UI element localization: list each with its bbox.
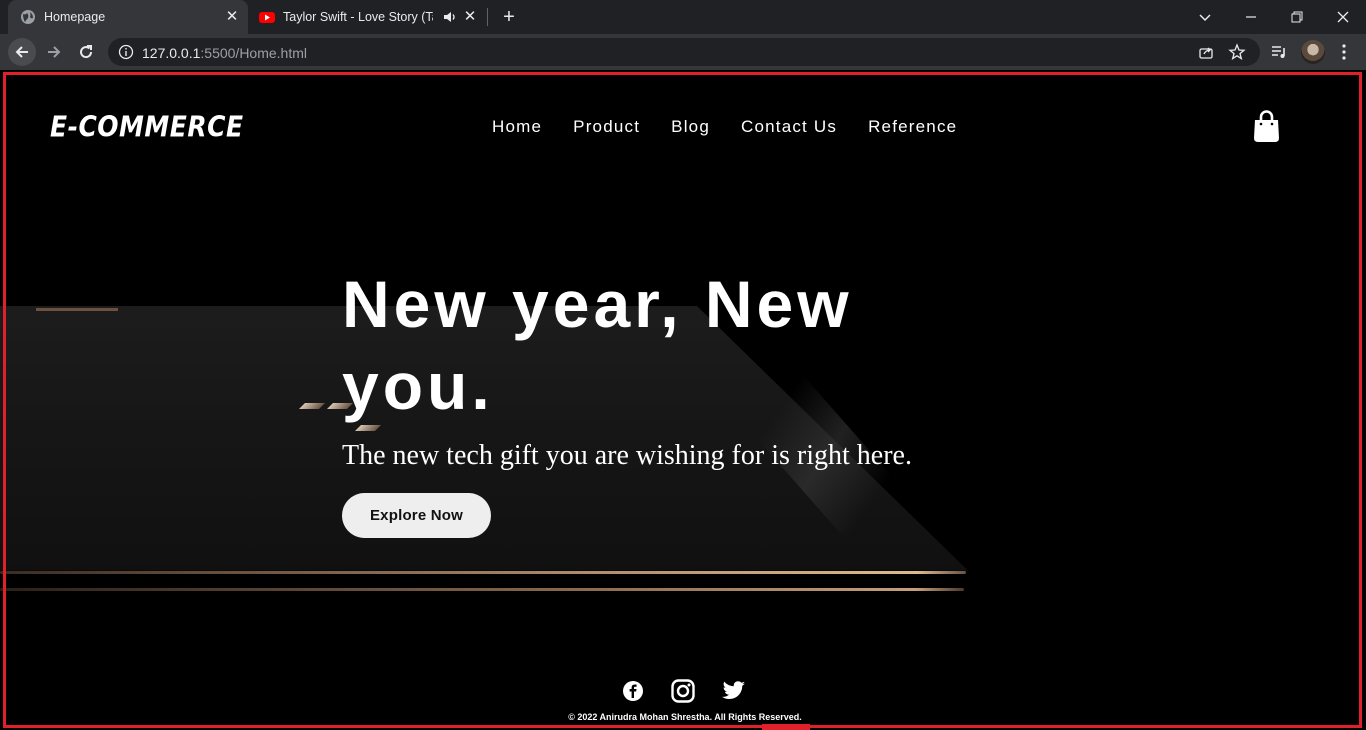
tab-search-button[interactable] [1182,0,1228,34]
arrow-right-icon [48,46,61,58]
audio-playing-icon[interactable] [442,9,458,25]
browser-menu-button[interactable] [1334,42,1354,62]
reload-icon [80,45,93,59]
minimize-button[interactable] [1228,0,1274,34]
tab-homepage[interactable]: Homepage ✕ [8,0,248,34]
forward-button[interactable] [40,38,68,66]
share-icon[interactable] [1198,44,1214,60]
minimize-icon [1246,16,1256,18]
browser-toolbar: 127.0.0.1:5500/Home.html [0,34,1366,70]
copyright-text: © 2022 Anirudra Mohan Shrestha. All Righ… [568,712,802,722]
arrow-left-icon [15,46,28,58]
laptop-accent [36,308,118,311]
tab-youtube[interactable]: Taylor Swift - Love Story (Taylor ✕ [250,0,486,34]
globe-icon [21,10,35,24]
tab-title: Taylor Swift - Love Story (Taylor [283,10,433,24]
bookmark-star-icon[interactable] [1228,43,1246,61]
twitter-icon [721,680,745,699]
facebook-icon [623,681,643,701]
hero-title: New year, New you. [342,267,853,423]
address-bar[interactable]: 127.0.0.1:5500/Home.html [108,38,1260,66]
laptop-edge [0,588,964,591]
instagram-icon [671,679,695,703]
profile-avatar[interactable] [1301,40,1325,64]
instagram-link[interactable] [670,678,696,704]
close-icon [1337,11,1349,23]
nav-contact-us[interactable]: Contact Us [741,117,837,137]
close-tab-icon[interactable]: ✕ [462,9,478,25]
facebook-link[interactable] [620,678,646,704]
media-control-button[interactable] [1269,42,1289,62]
twitter-link[interactable] [720,678,746,704]
site-logo[interactable]: E-COMMERCE [50,110,244,143]
nav-blog[interactable]: Blog [671,117,710,137]
chevron-down-icon [1199,14,1211,22]
playlist-icon [1272,46,1285,58]
close-tab-icon[interactable]: ✕ [224,9,240,25]
new-tab-button[interactable]: + [498,6,520,28]
info-icon[interactable] [118,44,134,60]
tab-title: Homepage [44,10,106,24]
bottom-accent [762,724,810,730]
more-vertical-icon [1342,44,1346,60]
close-window-button[interactable] [1320,0,1366,34]
reload-button[interactable] [72,38,100,66]
main-nav: Home Product Blog Contact Us Reference [492,117,988,137]
restore-icon [1291,11,1303,23]
shopping-bag-icon[interactable] [1253,110,1280,142]
restore-button[interactable] [1274,0,1320,34]
youtube-icon [259,12,275,23]
tab-separator [487,8,488,26]
tab-strip: Homepage ✕ Taylor Swift - Love Story (Ta… [0,0,1366,34]
back-button[interactable] [8,38,36,66]
laptop-edge [0,571,966,574]
nav-reference[interactable]: Reference [868,117,957,137]
nav-home[interactable]: Home [492,117,542,137]
hero-subtitle: The new tech gift you are wishing for is… [342,440,912,471]
page-viewport: E-COMMERCE Home Product Blog Contact Us … [0,70,1366,730]
url-text: 127.0.0.1:5500/Home.html [142,45,307,61]
nav-product[interactable]: Product [573,117,640,137]
explore-now-button[interactable]: Explore Now [342,493,491,538]
